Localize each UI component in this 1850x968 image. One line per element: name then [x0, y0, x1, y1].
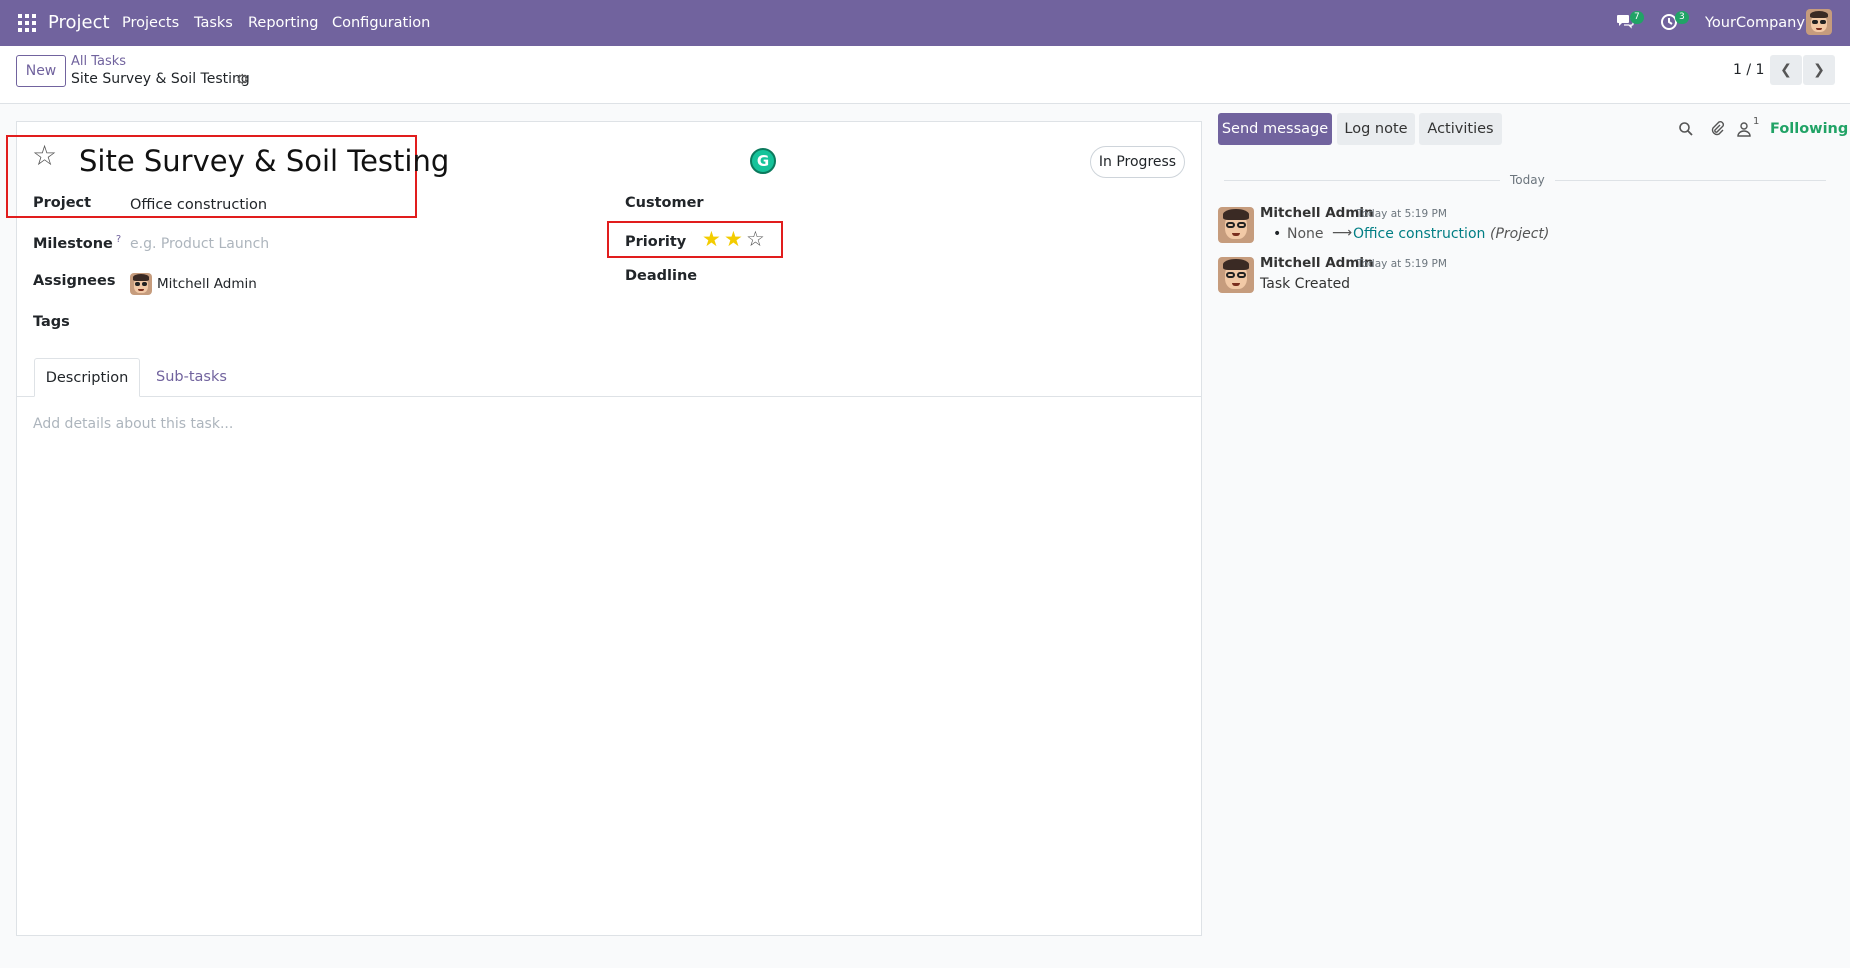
tab-sub-tasks[interactable]: Sub-tasks	[156, 369, 227, 385]
control-panel: New All Tasks Site Survey & Soil Testing…	[0, 46, 1850, 104]
milestone-label: Milestone?	[33, 234, 122, 252]
tracking-old-value: None	[1287, 226, 1324, 242]
log-note-button[interactable]: Log note	[1337, 113, 1415, 145]
priority-star-1-icon[interactable]: ★	[702, 229, 721, 250]
grammarly-icon[interactable]: G	[750, 148, 776, 174]
pager-value[interactable]: 1 / 1	[1733, 62, 1764, 78]
message-time: Today at 5:19 PM	[1357, 208, 1447, 220]
status-button[interactable]: In Progress	[1090, 146, 1185, 178]
paperclip-icon[interactable]	[1709, 120, 1725, 138]
tags-label: Tags	[33, 314, 70, 330]
tags-field[interactable]	[130, 308, 530, 336]
tracking-field-name: (Project)	[1490, 226, 1550, 242]
breadcrumb-all-tasks[interactable]: All Tasks	[71, 54, 126, 69]
top-navbar: Project Projects Tasks Reporting Configu…	[0, 0, 1850, 46]
followers-icon[interactable]	[1737, 121, 1751, 137]
date-separator-label: Today	[1500, 173, 1555, 187]
assignee-avatar	[130, 273, 152, 295]
milestone-help-icon[interactable]: ?	[116, 234, 121, 245]
tracking-bullet-icon: •	[1273, 226, 1282, 242]
message-time: Today at 5:19 PM	[1357, 258, 1447, 270]
project-field[interactable]: Office construction	[130, 197, 267, 213]
menu-reporting[interactable]: Reporting	[248, 15, 319, 31]
message-body: Task Created	[1260, 276, 1351, 292]
priority-label: Priority	[625, 234, 687, 250]
deadline-label: Deadline	[625, 268, 698, 284]
menu-configuration[interactable]: Configuration	[332, 15, 430, 31]
chat-badge: 7	[1630, 11, 1644, 24]
favorite-star-icon[interactable]: ☆	[32, 142, 57, 170]
milestone-field[interactable]: e.g. Product Launch	[130, 236, 269, 252]
following-button[interactable]: Following	[1770, 121, 1848, 137]
pager-previous-button[interactable]: ❮	[1770, 55, 1802, 85]
assignee-name[interactable]: Mitchell Admin	[157, 276, 257, 292]
apps-menu-icon[interactable]	[18, 14, 36, 32]
task-title[interactable]: Site Survey & Soil Testing	[79, 144, 449, 178]
message-author-avatar[interactable]	[1218, 207, 1254, 243]
activity-badge: 3	[1675, 11, 1689, 24]
arrow-right-icon: ⟶	[1332, 225, 1353, 241]
send-message-button[interactable]: Send message	[1218, 113, 1332, 145]
gear-icon[interactable]: ⚙	[236, 72, 249, 88]
priority-star-3-icon[interactable]: ☆	[746, 229, 765, 250]
menu-projects[interactable]: Projects	[122, 15, 179, 31]
user-avatar[interactable]	[1806, 9, 1832, 35]
customer-field[interactable]	[700, 192, 1180, 218]
assignees-label: Assignees	[33, 273, 116, 289]
deadline-field[interactable]	[700, 264, 1180, 290]
search-icon[interactable]	[1678, 121, 1694, 137]
priority-star-2-icon[interactable]: ★	[724, 229, 743, 250]
customer-label: Customer	[625, 195, 704, 211]
message-author-avatar[interactable]	[1218, 257, 1254, 293]
company-switcher[interactable]: YourCompany	[1705, 15, 1805, 31]
app-name[interactable]: Project	[48, 12, 110, 33]
project-label: Project	[33, 195, 92, 211]
menu-tasks[interactable]: Tasks	[194, 15, 233, 31]
followers-count: 1	[1753, 116, 1760, 127]
new-button[interactable]: New	[16, 55, 66, 87]
tracking-new-value: Office construction	[1353, 226, 1486, 242]
description-editor[interactable]: Add details about this task...	[33, 416, 233, 432]
activities-button[interactable]: Activities	[1419, 113, 1502, 145]
tabs-divider	[16, 396, 1202, 397]
breadcrumb-current: Site Survey & Soil Testing	[71, 71, 250, 87]
tab-description[interactable]: Description	[34, 358, 140, 397]
pager-next-button[interactable]: ❯	[1803, 55, 1835, 85]
